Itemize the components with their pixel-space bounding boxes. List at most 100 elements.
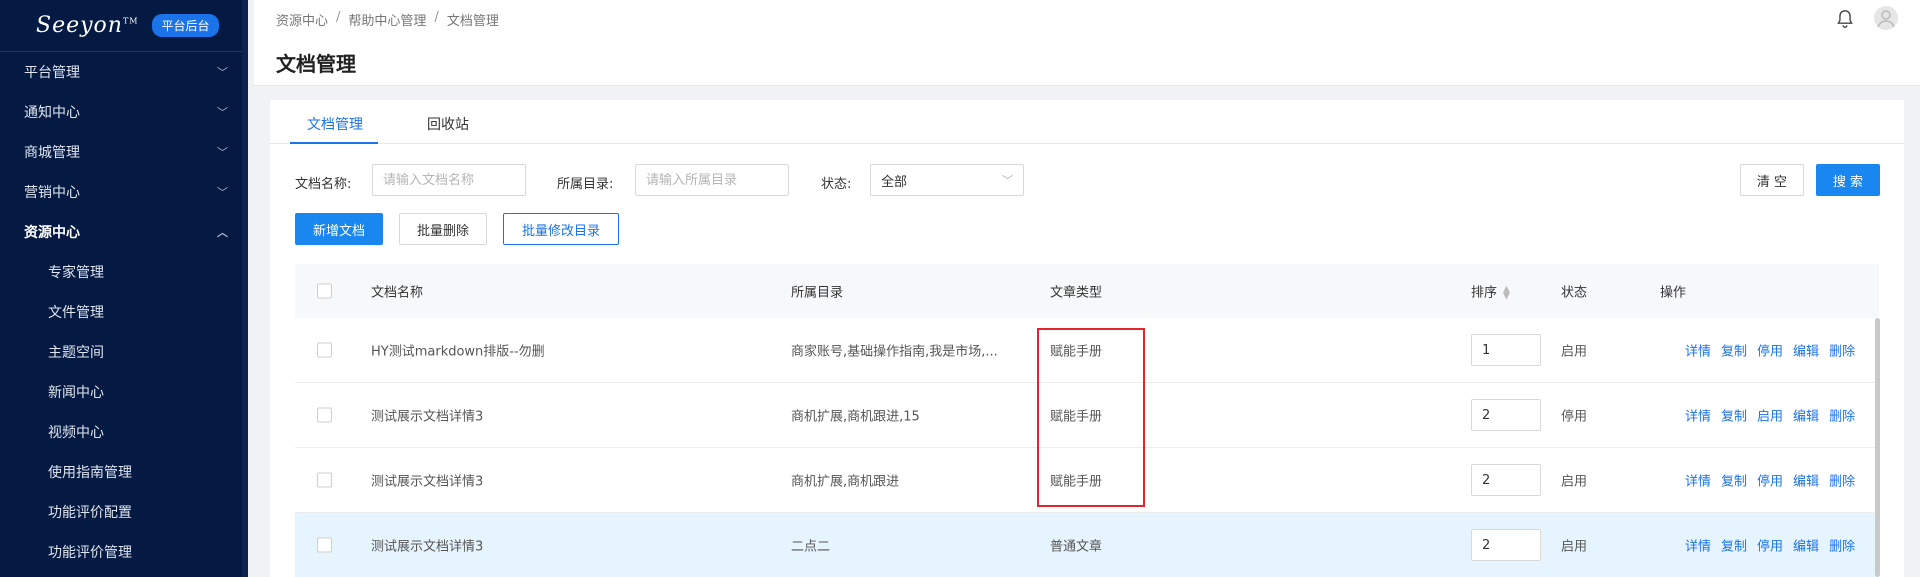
row-doc-name: 测试展示文档详情3 (371, 409, 484, 425)
row-article-type: 赋能手册 (1050, 409, 1103, 425)
column-header-order[interactable]: 排序 ▲ ▼ (1471, 282, 1510, 301)
logo[interactable]: SeeyonTM (36, 13, 138, 38)
sidebar-item-1[interactable]: 通知中心 ﹀ (0, 92, 248, 132)
sidebar: SeeyonTM 平台后台 平台管理 ﹀ 通知中心 ﹀ 商城管理 ﹀ 营销中心 ﹀ 资源中心 ︿ 专… (0, 0, 248, 577)
sidebar-subitem-0[interactable]: 专家管理 (0, 252, 248, 292)
clear-button[interactable]: 清 空 (1740, 164, 1804, 196)
batch-edit-directory-button[interactable]: 批量修改目录 (503, 213, 619, 245)
row-directory: 二点二 (791, 539, 831, 555)
row-checkbox[interactable] (317, 407, 332, 423)
bell-icon[interactable] (1834, 8, 1856, 30)
column-header-type: 文章类型 (1050, 285, 1103, 301)
sidebar-subitem-4[interactable]: 视频中心 (0, 412, 248, 452)
row-doc-name: 测试展示文档详情3 (371, 539, 484, 555)
row-status: 启用 (1561, 539, 1588, 555)
tab-active-indicator (290, 142, 378, 144)
column-header-name: 文档名称 (371, 285, 424, 301)
sidebar-scrollbar[interactable] (242, 0, 248, 577)
table-row: 测试展示文档详情3 二点二 普通文章 启用 详情复制停用编辑删除 (295, 513, 1879, 577)
row-action-link[interactable]: 详情 (1685, 471, 1711, 490)
sidebar-item-2[interactable]: 商城管理 ﹀ (0, 132, 248, 172)
documents-table: 文档名称 所属目录 文章类型 排序 ▲ ▼ 状态 操作 HY测试markdown排版… (295, 264, 1879, 577)
status-select-value: 全部 (881, 174, 908, 190)
row-action-link[interactable]: 复制 (1721, 536, 1747, 555)
breadcrumb-item[interactable]: 资源中心 (276, 10, 328, 29)
row-action-link[interactable]: 复制 (1721, 406, 1747, 425)
sidebar-item-0[interactable]: 平台管理 ﹀ (0, 52, 248, 92)
row-checkbox[interactable] (317, 342, 332, 358)
search-button[interactable]: 搜 索 (1816, 164, 1880, 196)
row-action-link[interactable]: 详情 (1685, 536, 1711, 555)
sidebar-subitem-3[interactable]: 新闻中心 (0, 372, 248, 412)
row-order-input[interactable] (1471, 464, 1541, 496)
row-checkbox[interactable] (317, 537, 332, 553)
add-document-button[interactable]: 新增文档 (295, 213, 383, 245)
row-checkbox[interactable] (317, 472, 332, 488)
sidebar-item-label: 资源中心 (24, 225, 80, 241)
select-all-checkbox[interactable] (317, 283, 332, 299)
row-doc-name: HY测试markdown排版--勿删 (371, 344, 545, 360)
row-status: 停用 (1561, 409, 1588, 425)
row-actions: 详情 复制 停用 编辑 删除 (1685, 471, 1855, 490)
directory-label: 所属目录: (557, 177, 614, 192)
tab-recycle-bin[interactable]: 回收站 (427, 114, 469, 134)
platform-badge: 平台后台 (152, 14, 219, 37)
row-action-link[interactable]: 删除 (1829, 536, 1855, 555)
row-action-link[interactable]: 复制 (1721, 471, 1747, 490)
sort-icon[interactable]: ▲ ▼ (1503, 285, 1510, 301)
sidebar-subitem-1[interactable]: 文件管理 (0, 292, 248, 332)
row-action-link[interactable]: 删除 (1829, 341, 1855, 360)
row-article-type: 赋能手册 (1050, 344, 1103, 360)
row-order-input[interactable] (1471, 529, 1541, 561)
row-directory: 商家账号,基础操作指南,我是市场,... (791, 344, 998, 360)
table-row: 测试展示文档详情3 商机扩展,商机跟进 赋能手册 启用 详情复制停用编辑删除 (295, 448, 1879, 513)
sidebar-subitem-5[interactable]: 使用指南管理 (0, 452, 248, 492)
column-header-directory: 所属目录 (791, 285, 844, 301)
row-action-link[interactable]: 编辑 (1793, 406, 1819, 425)
row-directory: 商机扩展,商机跟进 (791, 474, 900, 490)
directory-input[interactable] (635, 164, 789, 196)
row-action-link[interactable]: 编辑 (1793, 536, 1819, 555)
row-order-input[interactable] (1471, 399, 1541, 431)
breadcrumb-item[interactable]: 帮助中心管理 (348, 10, 426, 29)
status-select[interactable]: 全部 ﹀ (870, 164, 1024, 196)
sidebar-subitem-2[interactable]: 主题空间 (0, 332, 248, 372)
sidebar-subitem-7[interactable]: 功能评价管理 (0, 532, 248, 572)
row-action-link[interactable]: 删除 (1829, 471, 1855, 490)
sidebar-item-3[interactable]: 营销中心 ﹀ (0, 172, 248, 212)
row-action-link[interactable]: 编辑 (1793, 471, 1819, 490)
row-directory: 商机扩展,商机跟进,15 (791, 409, 920, 425)
breadcrumb: 资源中心 / 帮助中心管理 / 文档管理 (276, 10, 499, 29)
sidebar-item-4[interactable]: 资源中心 ︿ (0, 212, 248, 252)
row-article-type: 赋能手册 (1050, 474, 1103, 490)
table-header: 文档名称 所属目录 文章类型 排序 ▲ ▼ 状态 操作 (295, 264, 1879, 318)
row-action-link[interactable]: 停用 (1757, 341, 1783, 360)
row-action-link[interactable]: 详情 (1685, 341, 1711, 360)
chevron-down-icon: ﹀ (1002, 174, 1013, 187)
row-actions: 详情 复制 停用 编辑 删除 (1685, 536, 1855, 555)
tab-bar: 文档管理 回收站 (270, 100, 1904, 144)
row-action-link[interactable]: 编辑 (1793, 341, 1819, 360)
row-action-link[interactable]: 停用 (1757, 471, 1783, 490)
content-card: 文档管理 回收站 文档名称: 所属目录: 状态: 全部 ﹀ 清 空 搜 索 新增… (270, 100, 1904, 577)
row-action-link[interactable]: 启用 (1757, 406, 1783, 425)
row-status: 启用 (1561, 344, 1588, 360)
row-order-input[interactable] (1471, 334, 1541, 366)
tab-document-management[interactable]: 文档管理 (307, 114, 363, 134)
batch-delete-button[interactable]: 批量删除 (399, 213, 487, 245)
table-row: 测试展示文档详情3 商机扩展,商机跟进,15 赋能手册 停用 详情复制启用编辑删除 (295, 383, 1879, 448)
breadcrumb-separator: / (434, 10, 439, 25)
table-scrollbar[interactable] (1875, 318, 1880, 577)
row-action-link[interactable]: 详情 (1685, 406, 1711, 425)
row-actions: 详情 复制 启用 编辑 删除 (1685, 406, 1855, 425)
chevron-up-icon: ︿ (217, 226, 228, 239)
row-action-link[interactable]: 复制 (1721, 341, 1747, 360)
sidebar-menu: 平台管理 ﹀ 通知中心 ﹀ 商城管理 ﹀ 营销中心 ﹀ 资源中心 ︿ 专家管理 文件管理 主题空间 新闻中… (0, 52, 248, 572)
row-action-link[interactable]: 停用 (1757, 536, 1783, 555)
doc-name-input[interactable] (372, 164, 526, 196)
user-avatar[interactable] (1874, 6, 1898, 30)
chevron-down-icon: ﹀ (217, 146, 228, 159)
row-action-link[interactable]: 删除 (1829, 406, 1855, 425)
sidebar-subitem-6[interactable]: 功能评价配置 (0, 492, 248, 532)
table-body: HY测试markdown排版--勿删 商家账号,基础操作指南,我是市场,... 赋能… (295, 318, 1879, 577)
